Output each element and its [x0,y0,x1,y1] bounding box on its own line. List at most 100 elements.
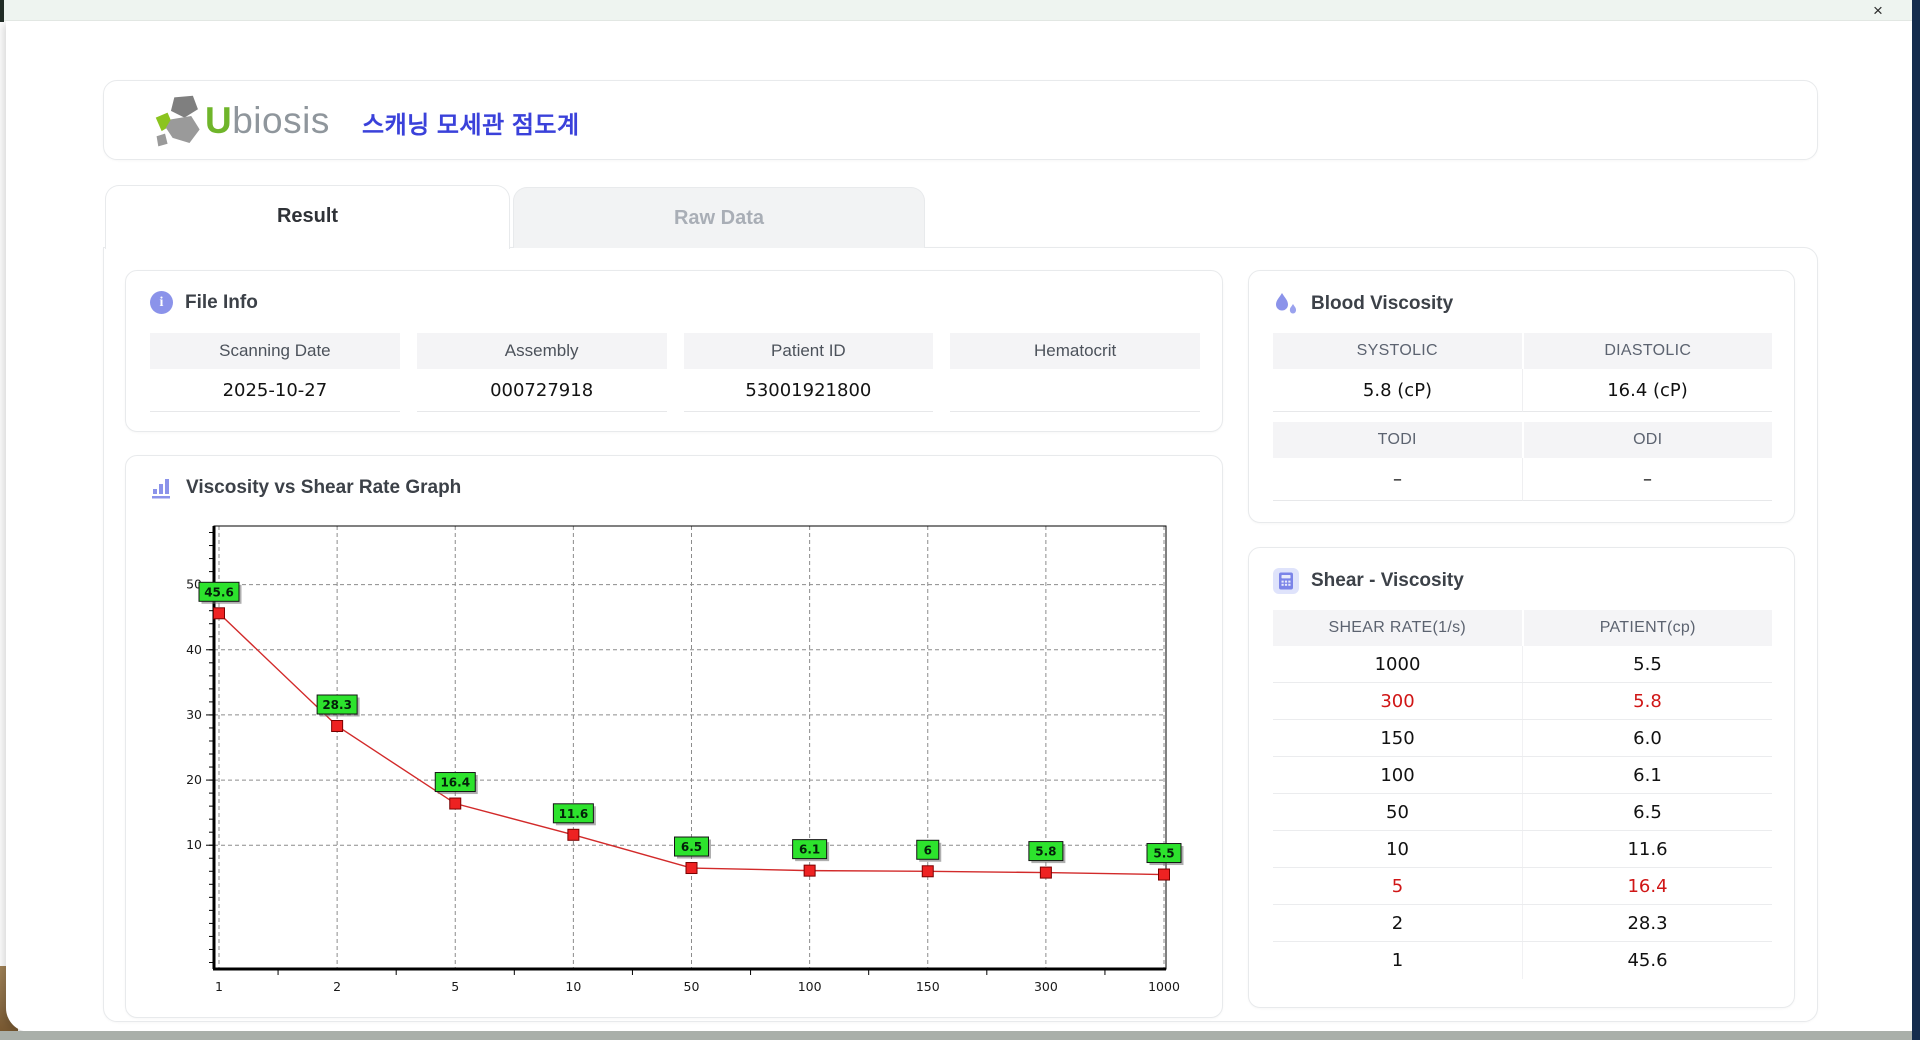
svg-text:150: 150 [916,979,940,994]
data-point-label: 45.6 [204,585,234,599]
data-point-marker [803,864,816,877]
data-point-marker [449,797,462,810]
shear-viscosity-card: Shear - Viscosity SHEAR RATE(1/s) PATIENT… [1248,547,1795,1008]
data-point-label: 6 [924,843,932,857]
shear-rate-cell: 5 [1391,875,1404,897]
shear-table-row: 300 5.8 [1273,683,1772,720]
shear-rate-cell: 1 [1391,950,1404,971]
blood-viscosity-title: Blood Viscosity [1273,291,1453,317]
file-info-field-label: Scanning Date [150,333,400,369]
info-icon: i [150,291,173,314]
file-info-field: Patient ID 53001921800 [683,333,934,412]
ubiosis-logo: Ubiosis [149,94,330,148]
svg-text:5: 5 [451,979,459,994]
shear-header-cell: SHEAR RATE(1/s) [1273,610,1522,646]
svg-text:40: 40 [186,642,202,657]
data-point-label: 6.5 [681,840,702,854]
file-info-field-value: 000727918 [416,369,667,412]
data-point-label: 16.4 [440,776,470,790]
patient-viscosity-cell: 5.5 [1522,646,1772,682]
shear-table-row: 1 45.6 [1273,942,1772,979]
file-info-field-label: Assembly [416,333,667,369]
shear-rate-cell: 1000 [1374,653,1421,675]
data-point-marker [213,607,225,620]
ubiosis-logo-icon [155,95,200,147]
file-info-field-label: Hematocrit [950,333,1200,369]
file-info-field: Assembly 000727918 [416,333,667,412]
file-info-card: i File Info Scanning Date 2025-10-27 Assem… [125,270,1223,432]
shear-table-row: 1000 5.5 [1273,646,1772,683]
patient-viscosity-cell: 6.5 [1522,794,1772,830]
header-card: Ubiosis 스캐닝 모세관 점도계 [103,80,1818,160]
shear-header-row: SHEAR RATE(1/s) PATIENT(cp) [1273,610,1772,646]
shear-table-row: 100 6.1 [1273,757,1772,794]
blood-header-cell: ODI [1521,422,1772,458]
data-point-marker [921,865,934,878]
file-info-field-value [950,369,1200,412]
patient-viscosity-cell: 45.6 [1522,942,1772,979]
viscosity-shear-chart: 10 20 30 40 50 1 2 5 10 50 100 150 300 1000 45.6 28.3 16… [146,514,1204,1014]
shear-rate-cell: 100 [1380,764,1415,786]
blood-value-cell: 5.8 (cP) [1273,369,1522,412]
shear-viscosity-title: Shear - Viscosity [1273,568,1464,594]
chart-svg: 10203040501 2 5 10 50 100 150 300 100045.628.316… [186,525,1184,994]
svg-text:300: 300 [1034,979,1058,994]
shear-table-row: 5 16.4 [1273,868,1772,905]
close-icon[interactable]: × [1866,1,1890,20]
graph-title: Viscosity vs Shear Rate Graph [150,476,461,500]
blood-header-row: TODI ODI [1273,422,1772,458]
shear-rate-cell: 50 [1386,801,1409,823]
data-point-label: 28.3 [322,698,352,712]
shear-table-row: 2 28.3 [1273,905,1772,942]
svg-text:2: 2 [333,979,341,994]
blood-value-row: 5.8 (cP) 16.4 (cP) [1273,369,1772,412]
window-titlebar: × [0,0,1912,21]
calculator-icon [1273,568,1299,594]
blood-header-row: SYSTOLIC DIASTOLIC [1273,333,1772,369]
shear-header-cell: PATIENT(cp) [1521,610,1772,646]
data-point-label: 6.1 [799,843,820,857]
app-title-korean: 스캐닝 모세관 점도계 [362,112,580,139]
shear-table-row: 50 6.5 [1273,794,1772,831]
patient-viscosity-cell: 11.6 [1522,831,1772,867]
patient-viscosity-cell: 5.8 [1522,683,1772,719]
svg-text:100: 100 [798,979,822,994]
tab-raw-data[interactable]: Raw Data [513,187,925,248]
data-point-label: 5.8 [1035,845,1056,859]
svg-text:20: 20 [186,772,202,787]
data-point-marker [1039,866,1052,879]
svg-text:1: 1 [215,979,223,994]
bar-chart-icon [150,476,174,500]
shear-viscosity-title-text: Shear - Viscosity [1311,570,1464,591]
file-info-fields: Scanning Date 2025-10-27 Assembly 000727918… [150,333,1200,412]
blood-value-cell: – [1522,458,1772,501]
blood-viscosity-title-text: Blood Viscosity [1311,293,1454,314]
blood-header-cell: DIASTOLIC [1521,333,1772,369]
data-point-label: 11.6 [559,807,589,821]
svg-text:30: 30 [186,707,202,722]
data-point-marker [567,828,580,841]
shear-rate-cell: 300 [1380,690,1415,712]
svg-text:10: 10 [565,979,581,994]
data-point-marker [685,862,698,875]
patient-viscosity-cell: 6.0 [1522,720,1772,756]
bottom-edge-strip [0,1031,1912,1040]
graph-title-text: Viscosity vs Shear Rate Graph [186,477,462,498]
blood-value-row: – – [1273,458,1772,501]
file-info-field-label: Patient ID [683,333,934,369]
shear-viscosity-table: SHEAR RATE(1/s) PATIENT(cp) 1000 5.5 300 5.8 1… [1273,610,1772,979]
left-edge-strip [0,0,4,22]
right-edge-strip [1912,0,1920,1040]
droplet-icon [1273,291,1299,317]
blood-value-cell: – [1273,458,1522,501]
shear-rate-cell: 2 [1391,912,1404,934]
shear-rate-cell: 150 [1380,727,1415,749]
patient-viscosity-cell: 6.1 [1522,757,1772,793]
svg-text:1000: 1000 [1148,979,1180,994]
shear-table-row: 150 6.0 [1273,720,1772,757]
tab-result[interactable]: Result [105,185,510,249]
shear-rate-cell: 10 [1386,838,1409,860]
file-info-title-text: File Info [185,291,258,313]
data-point-label: 5.5 [1153,847,1174,861]
data-point-marker [331,720,344,733]
